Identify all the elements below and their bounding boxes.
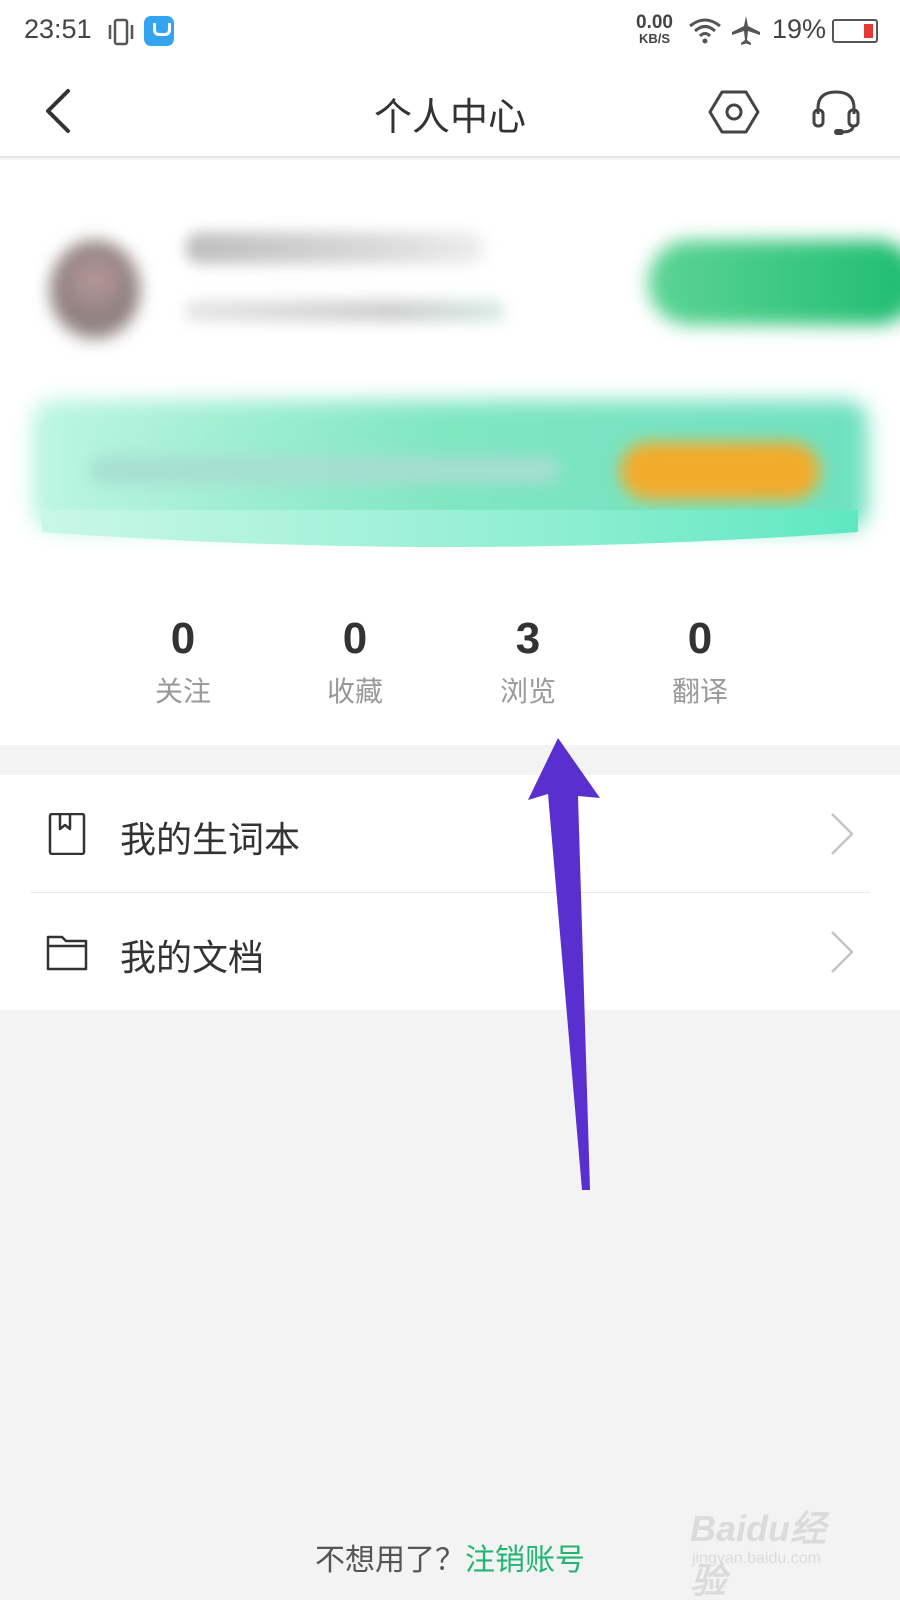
chevron-right-icon [831, 931, 854, 973]
banner-wave-decoration [42, 510, 858, 547]
network-speed: 0.00 KB/S [636, 13, 673, 45]
green-action-button-blurred[interactable] [648, 240, 900, 325]
net-speed-unit: KB/S [638, 31, 671, 46]
app-notification-icon [144, 16, 174, 46]
status-bar: 23:51 0.00 KB/S 19% [0, 0, 900, 66]
airplane-mode-icon [732, 16, 760, 45]
wifi-icon [689, 18, 721, 44]
chevron-right-icon [831, 813, 854, 855]
profile-card: 0 关注 0 收藏 3 浏览 0 翻译 [0, 160, 900, 745]
folder-icon [46, 935, 88, 971]
annotation-arrow [528, 738, 600, 1190]
delete-account-link[interactable]: 注销账号 [465, 1543, 585, 1578]
bookmark-book-icon [48, 813, 86, 855]
stat-value: 0 [687, 614, 713, 663]
stat-value: 0 [342, 614, 368, 663]
headset-icon[interactable] [810, 86, 862, 138]
status-time: 23:51 [24, 14, 92, 44]
menu-item-label: 我的生词本 [120, 820, 301, 861]
stat-follow[interactable]: 0 关注 [113, 610, 253, 710]
page-title: 个人中心 [373, 95, 526, 139]
menu-item-vocabulary[interactable]: 我的生词本 [0, 775, 900, 893]
stat-browse[interactable]: 3 浏览 [458, 610, 598, 710]
user-subtitle-blurred [185, 300, 505, 322]
stat-label: 关注 [154, 675, 211, 708]
stat-value: 0 [170, 614, 196, 663]
stat-value: 3 [515, 614, 541, 663]
net-speed-value: 0.00 [636, 12, 673, 33]
stat-translate[interactable]: 0 翻译 [630, 610, 770, 710]
footer-question: 不想用了？ [315, 1543, 465, 1578]
menu-item-label: 我的文档 [120, 938, 265, 979]
watermark-sub: jingyan.baidu.com [692, 1550, 821, 1567]
avatar[interactable] [50, 240, 140, 340]
battery-percent: 19% [772, 14, 827, 44]
stats-row: 0 关注 0 收藏 3 浏览 0 翻译 [0, 610, 900, 730]
header-bar: 个人中心 [0, 66, 900, 158]
stat-favorites[interactable]: 0 收藏 [285, 610, 425, 710]
stat-label: 收藏 [326, 675, 383, 708]
baidu-watermark: Baidu经验 jingyan.baidu.com [690, 1500, 860, 1600]
menu-list: 我的生词本 我的文档 [0, 775, 900, 1010]
battery-icon [832, 19, 878, 43]
stat-label: 浏览 [499, 675, 556, 708]
stat-label: 翻译 [671, 675, 728, 708]
username-blurred [185, 232, 485, 264]
settings-icon[interactable] [708, 86, 760, 138]
menu-item-documents[interactable]: 我的文档 [0, 893, 900, 1010]
promo-banner-text-blurred [90, 457, 560, 483]
vibrate-icon [108, 18, 134, 46]
promo-banner-button-blurred[interactable] [620, 442, 820, 500]
